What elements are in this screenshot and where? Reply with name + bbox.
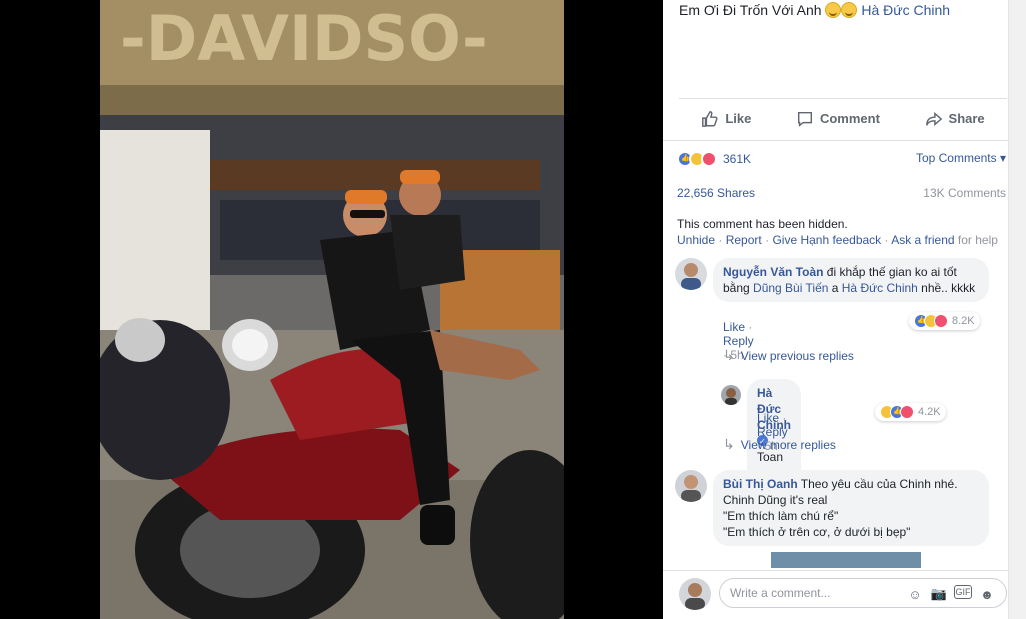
avatar[interactable] xyxy=(675,258,707,290)
comment-tag-link[interactable]: Hà Đức Chinh xyxy=(842,281,918,295)
share-button[interactable]: Share xyxy=(925,110,985,128)
comment-reactions[interactable]: 4.2K xyxy=(875,403,946,421)
composer-icons: ☺ 📷 GIF ☻ xyxy=(906,585,996,603)
comment-author[interactable]: Bùi Thị Oanh xyxy=(723,477,798,491)
comment-attached-image[interactable] xyxy=(771,552,921,568)
avatar[interactable] xyxy=(721,385,741,405)
comment-text: "Em thích làm chú rể" xyxy=(723,509,839,523)
comment-button[interactable]: Comment xyxy=(796,110,880,128)
reaction-count: 361K xyxy=(723,152,752,166)
share-icon xyxy=(925,111,942,126)
share-label: Share xyxy=(948,111,985,126)
post-caption: Em Ơi Đi Trốn Với Anh Hà Đức Chinh xyxy=(679,2,950,18)
emoji-icon[interactable]: ☺ xyxy=(906,585,924,603)
caption-tag-link[interactable]: Hà Đức Chinh xyxy=(861,2,950,18)
unhide-link[interactable]: Unhide xyxy=(677,233,715,247)
comment-author[interactable]: Nguyễn Văn Toàn xyxy=(723,265,823,279)
comment-reply-link[interactable]: Reply xyxy=(723,334,754,348)
like-label: Like xyxy=(725,111,752,126)
photo-area: -DAVIDSO- xyxy=(0,0,663,619)
love-reaction-icon xyxy=(900,405,914,419)
caption-text: Em Ơi Đi Trốn Với Anh xyxy=(679,2,822,18)
report-link[interactable]: Report xyxy=(726,233,762,247)
post-photo[interactable]: -DAVIDSO- xyxy=(100,0,564,619)
comment-sort-dropdown[interactable]: Top Comments ▾ xyxy=(916,151,1006,165)
comment-reaction-count: 4.2K xyxy=(918,406,941,418)
svg-text:-DAVIDSO-: -DAVIDSO- xyxy=(120,2,488,75)
hidden-message: This comment has been hidden. xyxy=(677,217,848,231)
post-stats: 361K Top Comments ▾ 22,656 Shares 13K Co… xyxy=(663,140,1008,200)
love-reaction-icon xyxy=(701,151,717,167)
comment-bubble: Nguyễn Văn Toàn đi khắp thế gian ko ai t… xyxy=(713,258,989,302)
comment-input-placeholder: Write a comment... xyxy=(730,586,831,600)
photo-viewer: -DAVIDSO- Em Ơi Đi Trốn Với Anh Hà Đức C… xyxy=(0,0,1026,619)
comment-text: nhề.. kkkk xyxy=(917,281,976,295)
hidden-comment-notice: This comment has been hidden. Unhide · R… xyxy=(677,217,998,247)
gif-icon[interactable]: GIF xyxy=(954,585,972,599)
comment-label: Comment xyxy=(819,111,880,126)
comments-count[interactable]: 13K Comments xyxy=(923,186,1006,200)
reply-arrow-icon: ↳ xyxy=(723,347,735,363)
view-previous-label: View previous replies xyxy=(740,348,854,363)
reply-arrow-icon: ↳ xyxy=(723,436,735,452)
view-more-replies[interactable]: ↳ View more replies xyxy=(723,436,836,453)
view-more-label: View more replies xyxy=(740,437,836,452)
shares-count[interactable]: 22,656 Shares xyxy=(677,186,755,200)
comment-composer: Write a comment... ☺ 📷 GIF ☻ xyxy=(663,570,1008,619)
scrollbar[interactable] xyxy=(1008,0,1026,619)
ask-friend-link[interactable]: Ask a friend xyxy=(891,233,954,247)
comment-icon xyxy=(797,111,812,127)
post-sidebar: Em Ơi Đi Trốn Với Anh Hà Đức Chinh Like … xyxy=(663,0,1008,619)
give-feedback-link[interactable]: Give Hạnh feedback xyxy=(772,233,881,247)
comment-input[interactable]: Write a comment... ☺ 📷 GIF ☻ xyxy=(719,578,1007,608)
like-button[interactable]: Like xyxy=(701,110,751,128)
reaction-summary[interactable]: 361K xyxy=(677,151,751,167)
avatar xyxy=(679,578,711,610)
comment-like-link[interactable]: Like xyxy=(723,320,745,334)
post-actions: Like Comment Share xyxy=(679,98,1007,138)
avatar[interactable] xyxy=(675,470,707,502)
comment-text: "Em thích ở trên cơ, ở dưới bị bẹp" xyxy=(723,525,911,539)
comment-reactions[interactable]: 8.2K xyxy=(909,312,980,330)
smile-emoji-icon xyxy=(841,2,858,18)
comment-like-link[interactable]: Like xyxy=(757,411,779,425)
like-icon xyxy=(702,110,718,127)
view-previous-replies[interactable]: ↳ View previous replies xyxy=(723,347,854,364)
comment-text: a xyxy=(828,281,842,295)
sticker-icon[interactable]: ☻ xyxy=(978,585,996,603)
for-help-text: for help xyxy=(954,233,998,247)
comment-reaction-count: 8.2K xyxy=(952,315,975,327)
comment-tag-link[interactable]: Dũng Bùi Tiến xyxy=(753,281,828,295)
love-reaction-icon xyxy=(934,314,948,328)
camera-icon[interactable]: 📷 xyxy=(930,585,948,603)
comment-bubble: Bùi Thị Oanh Theo yêu cầu của Chinh nhé.… xyxy=(713,470,989,546)
smile-emoji-icon xyxy=(825,2,842,18)
